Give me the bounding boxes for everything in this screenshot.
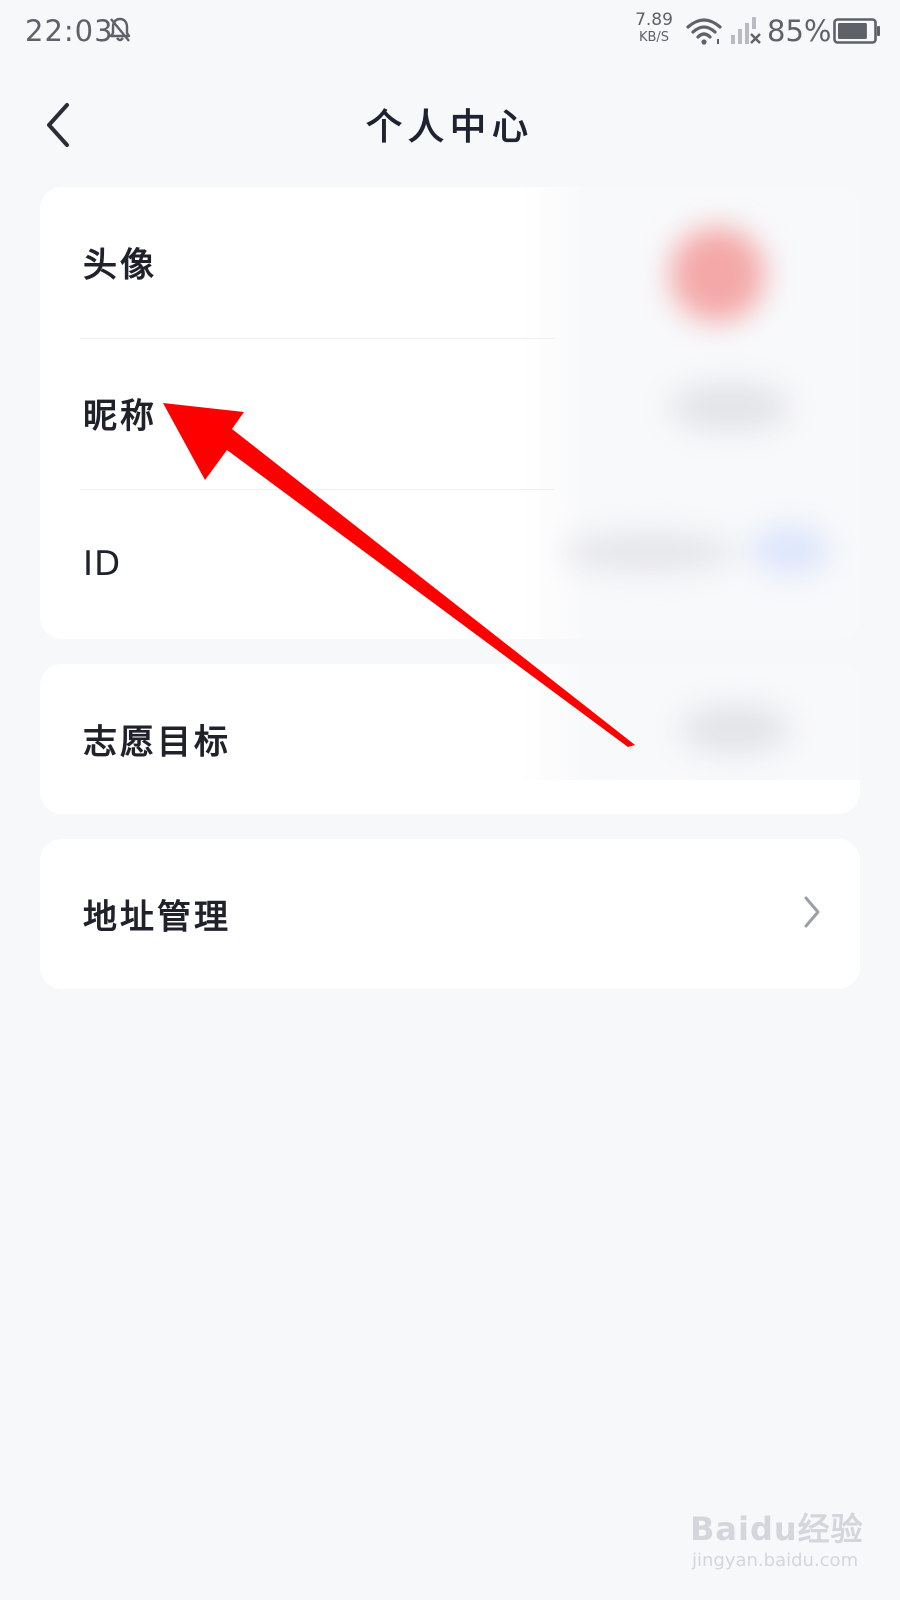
id-row[interactable]: ID: [40, 489, 860, 639]
page-title: 个人中心: [365, 106, 534, 148]
signal-icon: [730, 17, 762, 49]
nav-bar: 个人中心: [0, 80, 900, 170]
battery-icon: [833, 18, 881, 48]
id-label: ID: [83, 544, 122, 584]
status-time: 22:03: [25, 14, 114, 48]
address-label: 地址管理: [83, 897, 231, 938]
goal-label: 志愿目标: [83, 722, 231, 763]
battery-percent: 85%: [767, 14, 832, 48]
avatar-row[interactable]: 头像: [40, 187, 860, 337]
watermark: Baidu经验 jingyan.baidu.com: [690, 1504, 864, 1571]
address-card: 地址管理: [40, 839, 860, 989]
watermark-url: jingyan.baidu.com: [692, 1550, 859, 1571]
bell-muted-icon: [108, 16, 132, 48]
nickname-row[interactable]: 昵称: [40, 338, 860, 488]
profile-card: 头像 昵称 ID: [40, 187, 860, 639]
status-bar: 22:03 7.89 KB/S 85%: [0, 0, 900, 64]
nickname-label: 昵称: [83, 396, 157, 437]
address-row[interactable]: 地址管理: [40, 839, 860, 989]
watermark-logo: Baidu经验: [690, 1510, 864, 1548]
goal-row[interactable]: 志愿目标: [40, 664, 860, 814]
network-speed: 7.89 KB/S: [635, 10, 673, 46]
wifi-icon: [686, 17, 722, 49]
goal-card: 志愿目标: [40, 664, 860, 814]
avatar-label: 头像: [83, 245, 157, 286]
chevron-right-icon: [802, 895, 822, 933]
